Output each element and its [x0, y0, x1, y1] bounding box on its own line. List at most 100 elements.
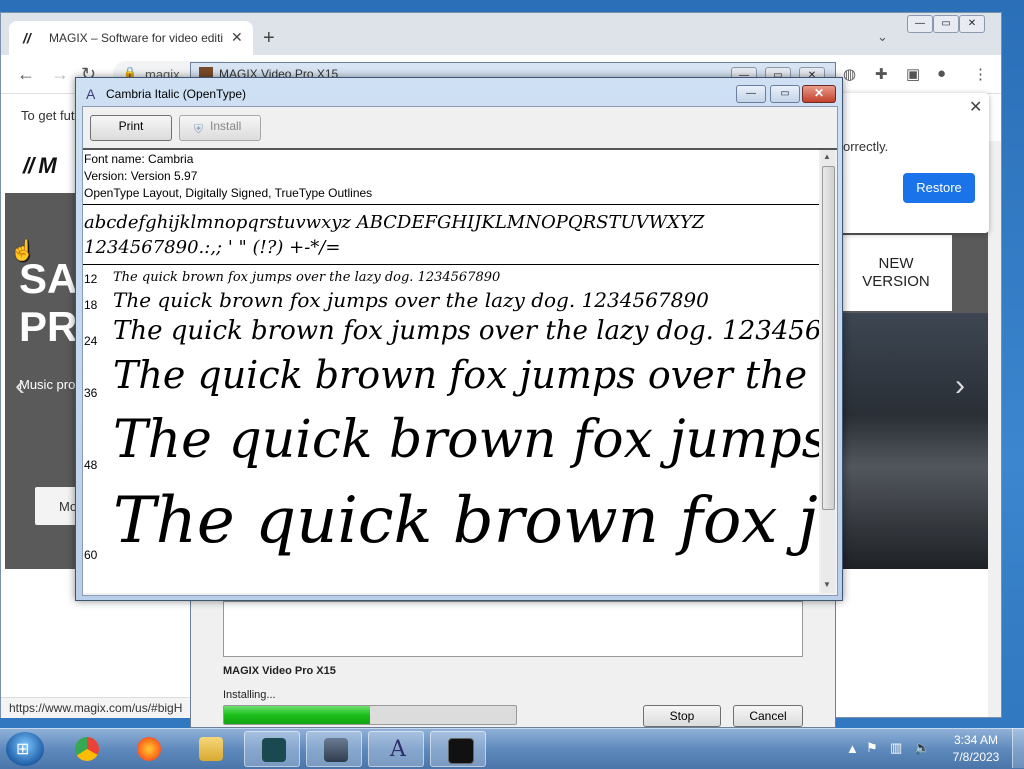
lens-icon[interactable]: ◍	[843, 65, 856, 83]
volume-icon[interactable]: 🔈	[914, 740, 930, 756]
sample-size-label: 36	[84, 386, 98, 400]
show-desktop-button[interactable]	[1012, 728, 1024, 768]
video-pro-icon	[448, 738, 474, 764]
back-icon[interactable]: ←	[17, 64, 35, 85]
browser-close-button[interactable]: ✕	[959, 15, 985, 33]
taskbar: ⊞ A ▲ ⚑ ▥ 🔈	[0, 728, 1024, 769]
sample-text: The quick brown fox jumps over the lazy …	[113, 288, 709, 312]
windows-logo-icon: ⊞	[16, 741, 30, 758]
divider	[83, 204, 819, 205]
popup-close-icon[interactable]: ✕	[969, 97, 982, 117]
info-bar-text: To get fut	[21, 108, 75, 123]
status-url: https://www.magix.com/us/#bigH	[9, 701, 183, 715]
hero-heading-line2: PR	[19, 303, 78, 350]
tab-magix[interactable]: // MAGIX – Software for video editi ✕	[9, 21, 253, 55]
font-viewer-client: Print ⛨ Install Font name: Cambria Versi…	[82, 106, 838, 596]
scroll-down-icon[interactable]: ▼	[823, 580, 831, 589]
sidepanel-icon[interactable]: ▣	[906, 65, 920, 83]
new-tab-icon[interactable]: +	[263, 27, 275, 50]
carousel-next-icon[interactable]: ›	[955, 369, 965, 403]
new-version-line1: NEW	[878, 255, 914, 272]
menu-icon[interactable]: ⋮	[973, 65, 988, 83]
font-viewer-icon: A	[390, 737, 406, 762]
start-button[interactable]: ⊞	[6, 732, 44, 766]
clock-date[interactable]: 7/8/2023	[946, 750, 1006, 764]
cancel-button[interactable]: Cancel	[733, 705, 803, 727]
installer-product-name: MAGIX Video Pro X15	[223, 665, 336, 677]
new-version-line2: VERSION	[862, 273, 930, 290]
install-progress-bar	[223, 705, 517, 725]
video-editor-icon	[262, 738, 286, 762]
sample-text: The quick brown fox jumps over the lazy …	[113, 270, 501, 285]
shield-icon: ⛨	[194, 122, 204, 136]
new-version-badge: NEW VERSION	[840, 235, 952, 311]
action-center-icon[interactable]: ⚑	[866, 740, 878, 756]
scroll-thumb[interactable]	[822, 166, 835, 510]
chrome-icon	[75, 737, 99, 761]
font-features: OpenType Layout, Digitally Signed, TrueT…	[84, 186, 373, 200]
hand-cursor-icon: ☝	[10, 240, 35, 262]
install-label: Install	[210, 119, 242, 133]
magix-logo[interactable]: // M	[23, 153, 57, 179]
divider	[83, 264, 819, 265]
font-preview-area: Font name: Cambria Version: Version 5.97…	[83, 150, 819, 593]
font-version: Version: Version 5.97	[84, 169, 198, 183]
logo-text: M	[38, 153, 56, 178]
clock-time[interactable]: 3:34 AM	[946, 733, 1006, 747]
install-progress-fill	[224, 706, 370, 724]
hero-subtitle: Music pro	[19, 377, 76, 392]
folder-icon	[199, 737, 223, 761]
magix-favicon-icon: //	[23, 30, 31, 46]
tab-title: MAGIX – Software for video editi	[49, 31, 224, 45]
product-image	[841, 313, 988, 569]
font-viewer-minimize-button[interactable]: —	[736, 85, 766, 103]
browser-maximize-button[interactable]: ▭	[933, 15, 959, 33]
network-icon[interactable]: ▥	[890, 740, 902, 756]
stop-button[interactable]: Stop	[643, 705, 721, 727]
sample-size-label: 12	[84, 272, 98, 286]
tab-search-icon[interactable]: ⌄	[877, 29, 888, 45]
sample-size-label: 24	[84, 334, 98, 348]
taskbar-filmora[interactable]	[244, 731, 300, 767]
installer-log-box	[223, 601, 803, 657]
scroll-up-icon[interactable]: ▲	[823, 152, 831, 161]
sample-size-label: 48	[84, 458, 98, 472]
charset-digits: 1234567890.:,; ' " (!?) +-*/=	[84, 237, 341, 258]
font-viewer-title: Cambria Italic (OpenType)	[106, 87, 247, 101]
forward-icon[interactable]: →	[51, 64, 69, 85]
taskbar-firefox[interactable]	[120, 731, 176, 767]
sample-size-label: 18	[84, 298, 98, 312]
tray-expand-icon[interactable]: ▲	[846, 741, 859, 756]
installer-icon	[324, 738, 348, 762]
taskbar-explorer[interactable]	[182, 731, 238, 767]
charset-letters: abcdefghijklmnopqrstuvwxyz ABCDEFGHIJKLM…	[84, 212, 705, 233]
popup-text: orrectly.	[843, 139, 889, 154]
taskbar-installer[interactable]	[306, 731, 362, 767]
print-button[interactable]: Print	[90, 115, 172, 141]
status-bar: https://www.magix.com/us/#bigH	[1, 697, 192, 718]
page-scrollbar[interactable]	[988, 141, 1001, 717]
installer-status-text: Installing...	[223, 689, 276, 701]
taskbar-video-pro[interactable]	[430, 731, 486, 767]
font-name: Font name: Cambria	[84, 152, 194, 166]
extensions-icon[interactable]: ✚	[875, 65, 888, 83]
tab-close-icon[interactable]: ✕	[231, 29, 243, 46]
tab-strip: // MAGIX – Software for video editi ✕ + …	[1, 13, 1001, 55]
sample-text: The quick brown fox jumps over the lazy …	[113, 353, 819, 397]
browser-minimize-button[interactable]: —	[907, 15, 933, 33]
font-info: Font name: Cambria Version: Version 5.97…	[84, 151, 372, 202]
install-button[interactable]: ⛨ Install	[179, 115, 261, 141]
carousel-prev-icon[interactable]: ‹	[15, 369, 25, 403]
preview-scrollbar[interactable]: ▲ ▼	[821, 150, 835, 593]
font-viewer-close-button[interactable]: ✕	[802, 85, 836, 103]
font-viewer-window: A Cambria Italic (OpenType) — ▭ ✕ Print …	[75, 77, 843, 601]
font-viewer-maximize-button[interactable]: ▭	[770, 85, 800, 103]
sample-text: The quick brown fox jumps over the lazy …	[113, 410, 819, 470]
sample-text: The quick brown fox jumps over the lazy …	[113, 484, 819, 558]
restore-button[interactable]: Restore	[903, 173, 975, 203]
character-set: abcdefghijklmnopqrstuvwxyz ABCDEFGHIJKLM…	[84, 210, 704, 260]
profile-icon[interactable]: ●	[937, 65, 946, 82]
taskbar-fontviewer[interactable]: A	[368, 731, 424, 767]
restore-popup: ✕ orrectly. Restore	[839, 93, 989, 233]
taskbar-chrome[interactable]	[58, 731, 114, 767]
